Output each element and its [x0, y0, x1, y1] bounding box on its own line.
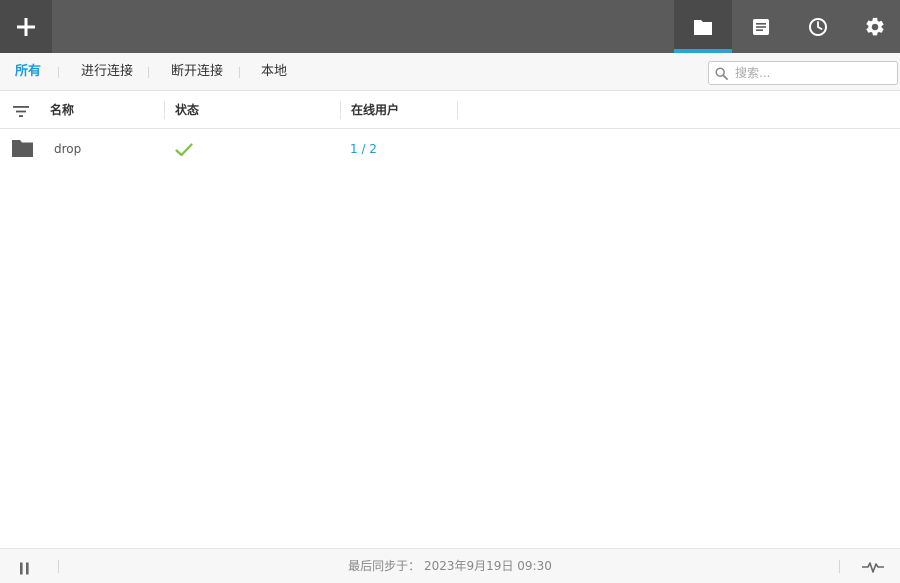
column-divider [457, 101, 458, 119]
status-footer: 最后同步于： 2023年9月19日 09:30 [0, 548, 900, 583]
plus-icon [17, 17, 35, 36]
search-box[interactable] [708, 61, 898, 85]
tab-disconnected[interactable]: 断开连接 [171, 53, 223, 91]
divider [239, 67, 240, 78]
add-button[interactable] [0, 0, 52, 53]
column-header-name[interactable]: 名称 [50, 91, 74, 129]
tab-local[interactable]: 本地 [261, 53, 287, 91]
nav-documents-button[interactable] [732, 0, 790, 53]
search-input[interactable] [735, 64, 893, 82]
column-divider [340, 101, 341, 119]
search-icon [715, 67, 728, 80]
table-row[interactable]: drop 1 / 2 [0, 129, 900, 169]
column-header-status[interactable]: 状态 [175, 91, 199, 129]
check-icon [175, 142, 193, 161]
sync-time: 2023年9月19日 09:30 [424, 559, 552, 573]
row-name: drop [54, 142, 82, 156]
gear-icon [866, 17, 884, 35]
divider [839, 560, 840, 573]
tab-connected[interactable]: 进行连接 [81, 53, 133, 91]
nav-folders-button[interactable] [674, 0, 732, 53]
sort-filter-button[interactable] [13, 103, 29, 122]
activity-pulse-icon [862, 562, 884, 573]
clock-icon [809, 17, 827, 36]
divider [148, 67, 149, 78]
sync-status: 最后同步于： 2023年9月19日 09:30 [0, 549, 900, 583]
nav-history-button[interactable] [789, 0, 847, 53]
folder-icon [12, 139, 33, 161]
column-header-online-users[interactable]: 在线用户 [351, 91, 399, 129]
column-divider [164, 101, 165, 119]
divider [58, 67, 59, 78]
row-online-users[interactable]: 1 / 2 [350, 129, 377, 169]
activity-button[interactable] [862, 559, 884, 578]
tab-all[interactable]: 所有 [15, 53, 41, 91]
sort-icon [13, 106, 29, 117]
folder-icon [694, 19, 712, 35]
sync-label: 最后同步于： [348, 559, 421, 573]
document-icon [753, 18, 769, 35]
top-bar [0, 0, 900, 53]
table-header: 名称 状态 在线用户 [0, 91, 900, 129]
nav-settings-button[interactable] [846, 0, 900, 53]
